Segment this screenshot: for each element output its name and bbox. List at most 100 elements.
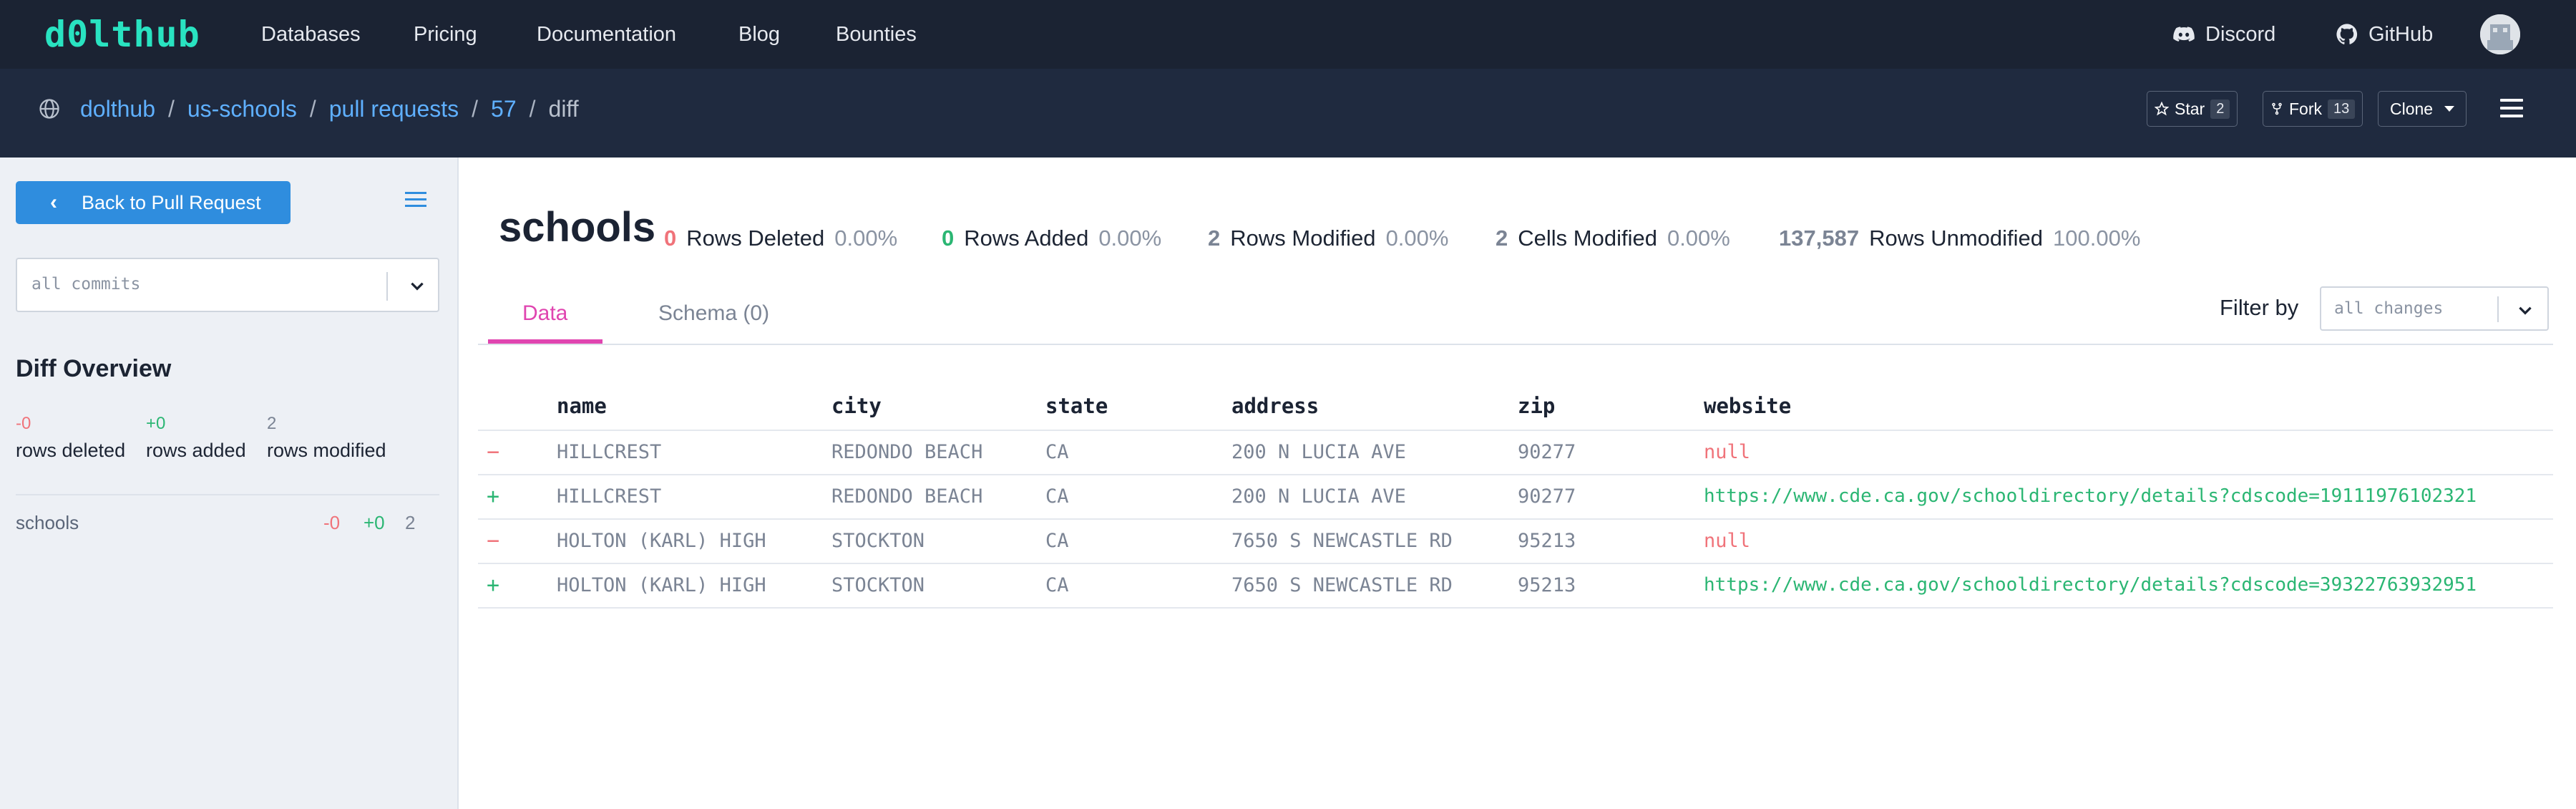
- sidebar-table-schools[interactable]: schools: [16, 512, 79, 534]
- sidebar: [0, 158, 459, 809]
- cell-city: REDONDO BEACH: [831, 485, 983, 508]
- select-divider: [386, 272, 388, 301]
- overview-added-label: rows added: [146, 440, 246, 461]
- discord-link[interactable]: Discord: [2172, 21, 2275, 47]
- user-avatar[interactable]: [2480, 14, 2520, 54]
- cell-website[interactable]: https://www.cde.ca.gov/schooldirectory/d…: [1704, 485, 2477, 507]
- stat-number: 137,587: [1779, 226, 1860, 251]
- commit-select[interactable]: all commits: [16, 258, 439, 312]
- cell-name: HOLTON (KARL) HIGH: [557, 530, 766, 552]
- cell-state: CA: [1045, 530, 1069, 552]
- row-added-marker: +: [487, 484, 500, 509]
- stat-number: 0: [664, 226, 677, 251]
- row-added-marker: +: [487, 573, 500, 598]
- star-count: 2: [2210, 99, 2230, 119]
- avatar-icon: [2480, 14, 2520, 54]
- stat-cells-modified: 2 Cells Modified 0.00%: [1496, 224, 1730, 253]
- stat-rows-unmodified: 137,587 Rows Unmodified 100.00%: [1779, 224, 2140, 253]
- stat-percent: 0.00%: [1385, 226, 1449, 251]
- github-icon: [2336, 24, 2358, 44]
- column-header-city[interactable]: city: [831, 394, 882, 418]
- cell-website: null: [1704, 441, 1751, 463]
- tab-data[interactable]: Data: [522, 299, 567, 328]
- stat-label: Rows Added: [964, 226, 1089, 251]
- breadcrumb-separator: /: [472, 96, 479, 122]
- fork-icon: [2272, 102, 2282, 115]
- stat-label: Rows Deleted: [686, 226, 825, 251]
- overview-modified-value: 2: [267, 414, 277, 433]
- tab-schema[interactable]: Schema (0): [658, 299, 769, 328]
- table-bottom-border: [478, 607, 2553, 609]
- fork-label: Fork: [2289, 99, 2322, 118]
- stat-label: Rows Modified: [1230, 226, 1376, 251]
- github-label: GitHub: [2368, 23, 2434, 46]
- cell-website[interactable]: https://www.cde.ca.gov/schooldirectory/d…: [1704, 574, 2477, 596]
- github-link[interactable]: GitHub: [2336, 21, 2433, 47]
- clone-label: Clone: [2390, 99, 2434, 118]
- tabs-divider: [478, 344, 2553, 345]
- nav-databases[interactable]: Databases: [261, 21, 361, 47]
- back-to-pull-request-button[interactable]: ‹ Back to Pull Request: [16, 181, 291, 224]
- hamburger-menu-icon[interactable]: [2500, 99, 2523, 119]
- cell-zip: 90277: [1518, 485, 1576, 508]
- stat-rows-added: 0 Rows Added 0.00%: [942, 224, 1161, 253]
- sidebar-divider: [16, 494, 439, 495]
- caret-down-icon: [2444, 106, 2455, 112]
- cell-address: 200 N LUCIA AVE: [1231, 441, 1406, 463]
- column-header-state[interactable]: state: [1045, 394, 1108, 418]
- row-removed-marker: −: [487, 528, 500, 553]
- nav-bounties[interactable]: Bounties: [836, 21, 917, 47]
- breadcrumb-separator: /: [529, 96, 536, 122]
- table-title: schools: [499, 204, 656, 251]
- overview-added-value: +0: [146, 414, 166, 433]
- nav-pricing[interactable]: Pricing: [414, 21, 477, 47]
- star-label: Star: [2175, 99, 2205, 118]
- cell-zip: 90277: [1518, 441, 1576, 463]
- breadcrumb-owner[interactable]: dolthub: [80, 95, 155, 123]
- sidebar-table-added: +0: [364, 512, 385, 533]
- stat-percent: 0.00%: [834, 226, 898, 251]
- chevron-left-icon: ‹: [50, 190, 57, 214]
- overview-deleted-value: -0: [16, 414, 31, 433]
- overview-modified-label: rows modified: [267, 440, 386, 461]
- nav-documentation[interactable]: Documentation: [537, 21, 676, 47]
- filter-placeholder: all changes: [2334, 299, 2444, 318]
- stat-percent: 0.00%: [1667, 226, 1730, 251]
- diff-overview-title: Diff Overview: [16, 355, 172, 382]
- clone-button[interactable]: Clone: [2378, 91, 2467, 127]
- chevron-down-icon: [411, 282, 424, 291]
- cell-address: 7650 S NEWCASTLE RD: [1231, 530, 1453, 552]
- cell-city: REDONDO BEACH: [831, 441, 983, 463]
- sidebar-table-deleted: -0: [323, 512, 341, 533]
- dolthub-logo[interactable]: d0lthub: [44, 16, 200, 53]
- star-icon: [2155, 102, 2169, 116]
- table-row: + HILLCREST REDONDO BEACH CA 200 N LUCIA…: [478, 474, 2553, 518]
- breadcrumb-pull-requests[interactable]: pull requests: [329, 95, 459, 123]
- column-header-website[interactable]: website: [1704, 394, 1791, 418]
- cell-address: 200 N LUCIA AVE: [1231, 485, 1406, 508]
- stat-percent: 0.00%: [1098, 226, 1162, 251]
- cell-website: null: [1704, 530, 1751, 552]
- column-header-name[interactable]: name: [557, 394, 607, 418]
- cell-address: 7650 S NEWCASTLE RD: [1231, 574, 1453, 596]
- breadcrumb-repo[interactable]: us-schools: [187, 95, 297, 123]
- nav-blog[interactable]: Blog: [738, 21, 780, 47]
- sidebar-list-icon[interactable]: [405, 192, 426, 209]
- fork-button[interactable]: Fork 13: [2263, 91, 2363, 127]
- column-header-address[interactable]: address: [1231, 394, 1319, 418]
- globe-icon: [39, 99, 59, 119]
- column-header-zip[interactable]: zip: [1518, 394, 1555, 418]
- breadcrumb-separator: /: [309, 96, 316, 122]
- stat-rows-modified: 2 Rows Modified 0.00%: [1208, 224, 1448, 253]
- table-row: − HOLTON (KARL) HIGH STOCKTON CA 7650 S …: [478, 518, 2553, 563]
- breadcrumb-pr-number[interactable]: 57: [491, 95, 517, 123]
- star-button[interactable]: Star 2: [2147, 91, 2238, 127]
- stat-rows-deleted: 0 Rows Deleted 0.00%: [664, 224, 897, 253]
- cell-zip: 95213: [1518, 574, 1576, 596]
- discord-icon: [2173, 26, 2195, 42]
- cell-state: CA: [1045, 485, 1069, 508]
- filter-select[interactable]: all changes: [2320, 286, 2549, 331]
- stat-number: 0: [942, 226, 955, 251]
- stat-label: Cells Modified: [1518, 226, 1657, 251]
- cell-name: HILLCREST: [557, 485, 662, 508]
